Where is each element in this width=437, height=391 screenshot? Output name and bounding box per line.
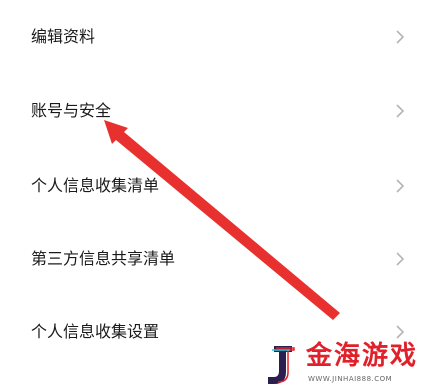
menu-item-label: 第三方信息共享清单	[31, 249, 176, 268]
menu-item-third-party-sharing[interactable]: 第三方信息共享清单	[0, 228, 437, 288]
menu-item-personal-info-list[interactable]: 个人信息收集清单	[0, 155, 437, 215]
settings-page: 编辑资料 账号与安全 个人信息收集清单 第三方信息共享清单 个人信息收集设置 金…	[0, 0, 437, 391]
watermark-url: WWW.JINHAI888.COM	[308, 375, 393, 383]
chevron-right-icon	[395, 325, 405, 339]
watermark-logo-icon	[268, 346, 295, 384]
menu-item-label: 编辑资料	[31, 27, 96, 46]
menu-item-label: 个人信息收集设置	[31, 322, 160, 341]
watermark: 金海游戏 WWW.JINHAI888.COM	[262, 338, 437, 391]
chevron-right-icon	[395, 179, 405, 193]
chevron-right-icon	[395, 252, 405, 266]
menu-item-label: 个人信息收集清单	[31, 176, 160, 195]
chevron-right-icon	[395, 30, 405, 44]
menu-item-label: 账号与安全	[31, 101, 112, 120]
watermark-brand: 金海游戏	[306, 341, 419, 371]
menu-item-account-security[interactable]: 账号与安全	[0, 80, 437, 140]
menu-item-edit-profile[interactable]: 编辑资料	[0, 7, 437, 67]
chevron-right-icon	[395, 104, 405, 118]
